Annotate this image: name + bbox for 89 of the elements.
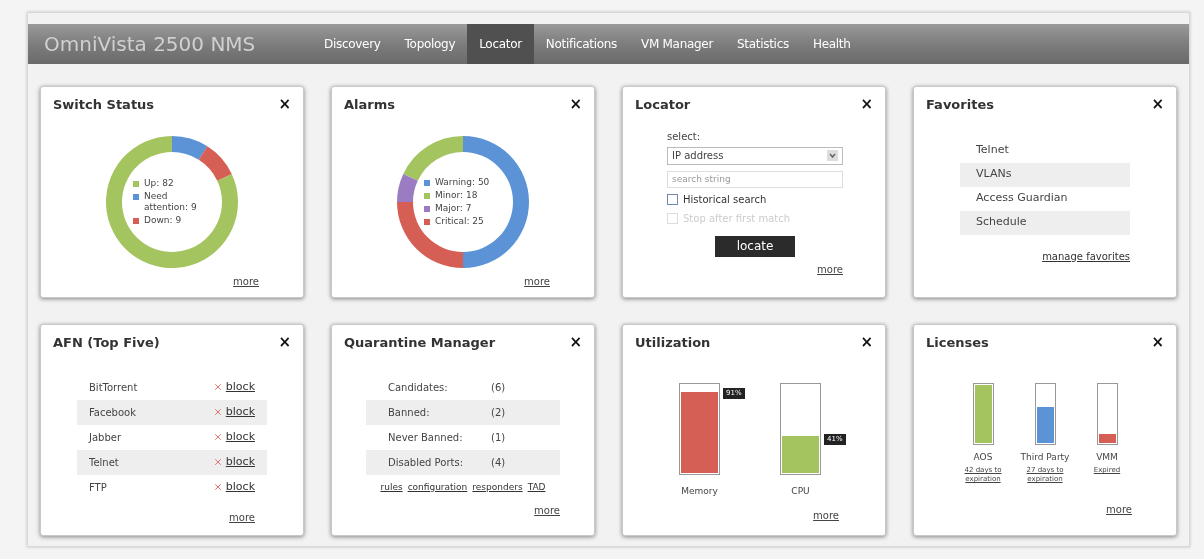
nav-tab[interactable]: Topology [392,24,468,64]
checkbox-label: Historical search [683,192,767,207]
widget-title: Licenses [926,334,989,352]
row-label: Never Banned: [388,430,464,445]
legend-swatch [424,179,430,186]
meter-label: Memory [681,484,718,498]
close-button[interactable]: × [1151,335,1164,351]
x-icon [212,482,223,492]
legend-swatch [133,180,139,187]
more-link[interactable]: more [534,503,560,518]
caret-icon [827,150,838,161]
row-label: Banned: [388,405,431,420]
app-name: Facebook [89,405,136,420]
nav-tab[interactable]: Statistics [725,24,801,64]
widget-title: Favorites [926,96,994,114]
app-logo: OmniVista 2500 NMS [44,31,257,58]
legend-swatch [424,205,430,212]
app-name: Telnet [89,455,119,470]
favorite-item[interactable]: Telnet [960,138,1130,163]
row-count: (6) [491,380,506,395]
more-link[interactable]: more [229,509,255,525]
nav-tab[interactable]: Discovery [312,24,393,64]
search-field[interactable]: search string [667,170,843,188]
block-link[interactable]: block [225,478,255,496]
more-link[interactable]: more [233,274,259,289]
widget-title: Switch Status [53,96,155,114]
more-link[interactable]: more [524,274,550,289]
quarantine-link[interactable]: responders [472,480,523,494]
close-button[interactable]: × [860,335,873,351]
quarantine-link[interactable]: configuration [407,480,468,494]
more-link[interactable]: more [817,261,843,277]
license-name: VMM [1096,450,1118,464]
widget-title: Quarantine Manager [344,334,496,352]
legend-label: Need attention: 9 [144,190,198,213]
x-icon [212,407,223,417]
app-name: FTP [89,480,107,495]
app-name: BitTorrent [89,380,138,395]
row-count: (1) [491,430,506,445]
row-label: Candidates: [388,380,449,395]
legend-label: Down: 9 [144,214,182,226]
close-button[interactable]: × [278,335,291,351]
block-link[interactable]: block [225,428,255,446]
legend-label: Major: 7 [435,202,472,214]
block-link[interactable]: block [225,403,255,421]
favorite-item[interactable]: Access Guardian [960,186,1130,211]
close-button[interactable]: × [860,97,873,113]
locate-button[interactable]: locate [715,235,795,257]
manage-favorites-link[interactable]: manage favorites [1042,248,1130,264]
x-icon [212,382,223,392]
widget-title: Utilization [635,334,711,352]
widget-title: AFN (Top Five) [53,334,160,352]
legend-label: Critical: 25 [435,215,484,227]
checkbox[interactable] [667,193,678,205]
app-name: Jabber [89,430,122,445]
more-link[interactable]: more [813,508,839,523]
nav-tab[interactable]: Notifications [533,24,630,64]
type-dropdown[interactable]: IP address [667,146,843,165]
legend-label: Warning: 50 [435,176,490,188]
legend-swatch [133,193,139,200]
select-label: select: [667,129,702,144]
nav-tab[interactable]: VM Manager [629,24,726,64]
favorite-item[interactable]: VLANs [960,162,1130,187]
legend-label: Minor: 18 [435,189,478,201]
legend-swatch [133,217,139,224]
more-link[interactable]: more [1106,502,1132,517]
legend-swatch [424,218,430,225]
legend-label: Up: 82 [144,177,174,189]
x-icon [212,457,223,467]
close-button[interactable]: × [278,97,291,113]
row-label: Disabled Ports: [388,455,465,470]
close-button[interactable]: × [1151,97,1164,113]
widget-title: Locator [635,96,691,114]
favorite-item[interactable]: Schedule [960,210,1130,235]
quarantine-link[interactable]: rules [380,480,403,494]
quarantine-link[interactable]: TAD [527,480,546,494]
row-count: (2) [491,405,506,420]
close-button[interactable]: × [569,335,582,351]
widget-title: Alarms [344,96,395,114]
block-link[interactable]: block [225,453,255,471]
row-count: (4) [491,455,506,470]
x-icon [212,432,223,442]
legend-swatch [424,192,430,199]
nav-tab[interactable]: Health [800,24,863,64]
close-button[interactable]: × [569,97,582,113]
license-name: AOS [973,450,993,464]
nav-tab[interactable]: Locator [467,24,534,64]
license-name: Third Party [1020,450,1070,464]
block-link[interactable]: block [225,378,255,396]
meter-label: CPU [791,484,810,498]
